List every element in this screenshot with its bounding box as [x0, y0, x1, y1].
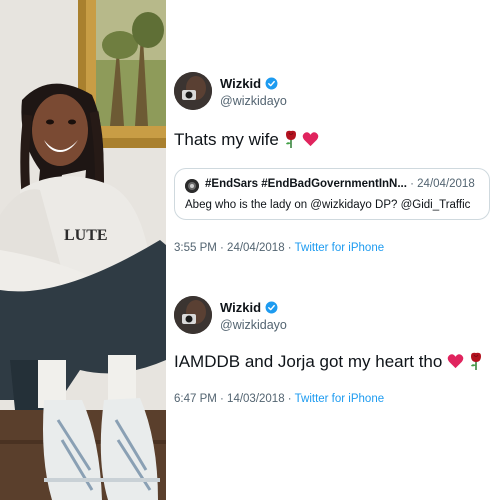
quoted-author-name: #EndSars #EndBadGovernmentInN... [205, 178, 407, 190]
quoted-avatar [185, 179, 199, 193]
profile-avatar[interactable] [174, 72, 212, 110]
photo-panel: LUTE [0, 0, 166, 500]
tweet-client[interactable]: Twitter for iPhone [295, 393, 384, 405]
verified-badge-icon [265, 77, 278, 90]
verified-badge-icon [265, 301, 278, 314]
tweet-text-content: Thats my wife [174, 130, 279, 149]
author-name-text: Wizkid [220, 76, 262, 91]
author-name-text: Wizkid [220, 300, 262, 315]
rose-emoji-icon [285, 130, 296, 148]
red-heart-emoji-icon [447, 354, 464, 369]
rose-emoji-icon [470, 352, 481, 370]
quoted-header: #EndSars #EndBadGovernmentInN... · 24/04… [205, 178, 475, 190]
quoted-date: · 24/04/2018 [410, 178, 475, 190]
quoted-tweet[interactable]: #EndSars #EndBadGovernmentInN... · 24/04… [174, 168, 490, 220]
tweet-text: IAMDDB and Jorja got my heart tho [174, 352, 483, 372]
quoted-text: Abeg who is the lady on @wizkidayo DP? @… [185, 199, 471, 211]
tweet-timestamp[interactable]: 6:47 PM · 14/03/2018 · [174, 393, 295, 405]
author-name[interactable]: Wizkid [220, 300, 278, 315]
tweet-timestamp[interactable]: 3:55 PM · 24/04/2018 · [174, 242, 295, 254]
author-handle[interactable]: @wizkidayo [220, 94, 287, 108]
woman-photo: LUTE [0, 0, 166, 500]
tweet-text: Thats my wife [174, 130, 319, 150]
tweet-meta: 6:47 PM · 14/03/2018 · Twitter for iPhon… [174, 393, 384, 405]
red-heart-emoji-icon [303, 132, 319, 147]
tweet-client[interactable]: Twitter for iPhone [295, 242, 384, 254]
author-name[interactable]: Wizkid [220, 76, 278, 91]
tweet-text-content: IAMDDB and Jorja got my heart tho [174, 352, 443, 371]
author-handle[interactable]: @wizkidayo [220, 318, 287, 332]
profile-avatar[interactable] [174, 296, 212, 334]
tweet-meta: 3:55 PM · 24/04/2018 · Twitter for iPhon… [174, 242, 384, 254]
svg-text:LUTE: LUTE [64, 227, 108, 244]
